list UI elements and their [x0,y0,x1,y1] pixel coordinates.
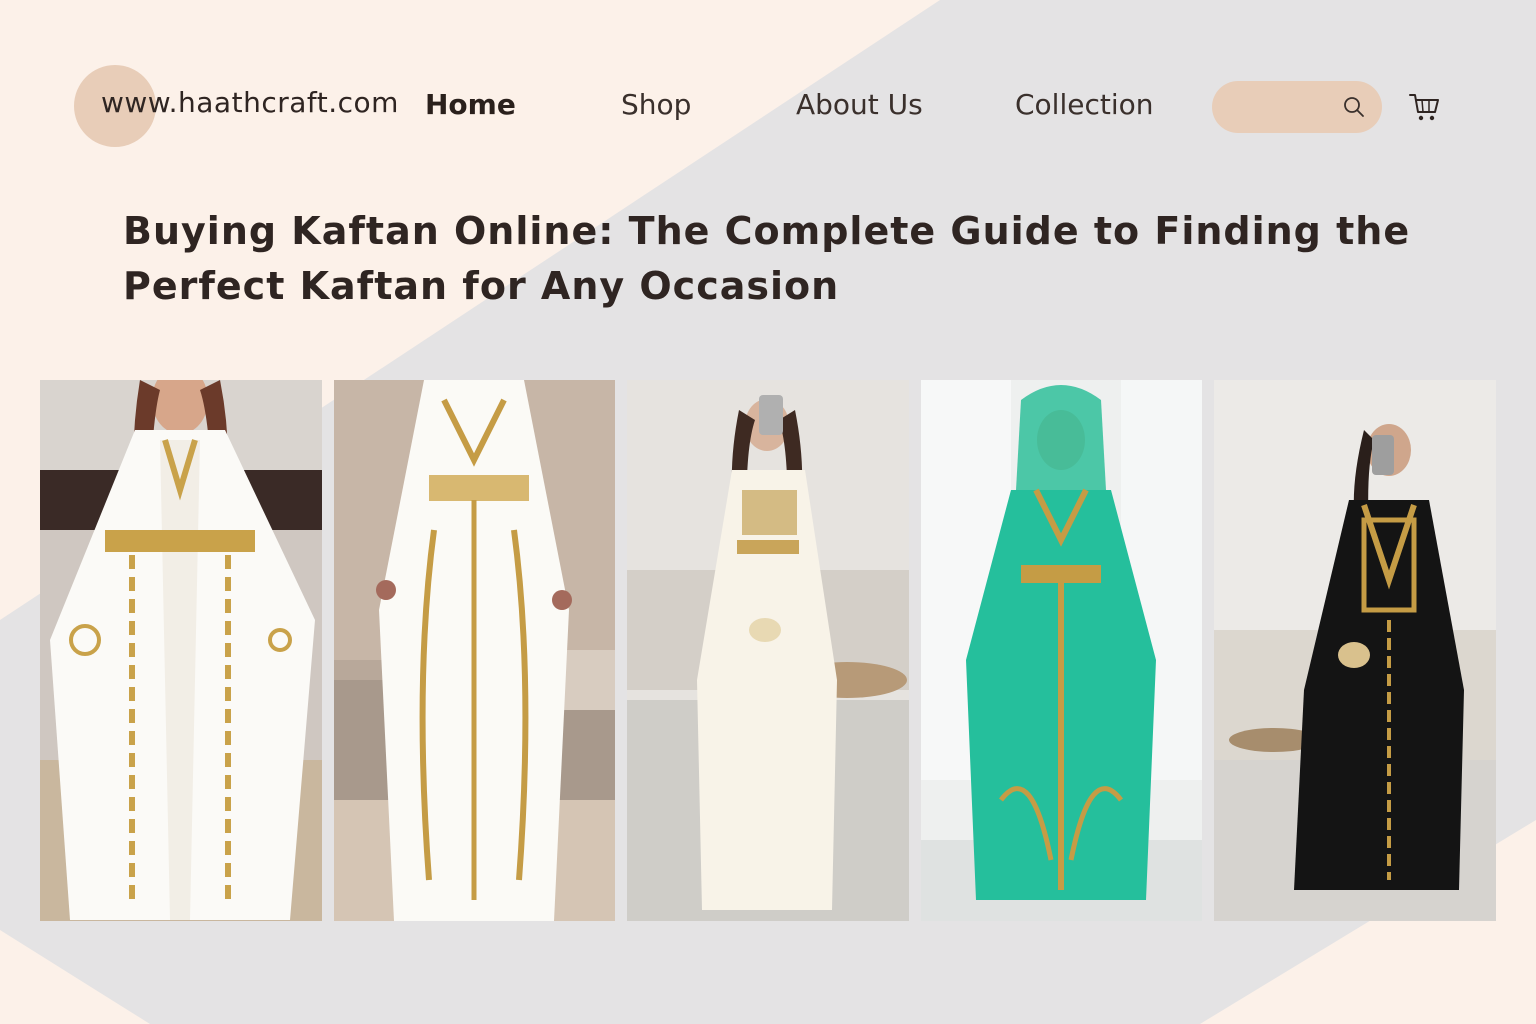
site-logo-text[interactable]: www.haathcraft.com [101,86,399,119]
cart-icon[interactable] [1408,90,1442,124]
article-title: Buying Kaftan Online: The Complete Guide… [123,209,1411,308]
nav-home-link[interactable]: Home [425,88,516,121]
kaftan-photo-5[interactable] [1214,380,1496,921]
kaftan-photo-4[interactable] [921,380,1202,921]
nav-about-link[interactable]: About Us [796,88,923,121]
nav-shop-link[interactable]: Shop [621,88,691,121]
search-input[interactable] [1230,91,1344,125]
search-bar[interactable] [1212,81,1382,133]
search-icon[interactable] [1342,95,1366,119]
kaftan-photo-2[interactable] [334,380,615,921]
nav-collection-link[interactable]: Collection [1015,88,1154,121]
kaftan-photo-1[interactable] [40,380,322,921]
kaftan-photo-3[interactable] [627,380,909,921]
